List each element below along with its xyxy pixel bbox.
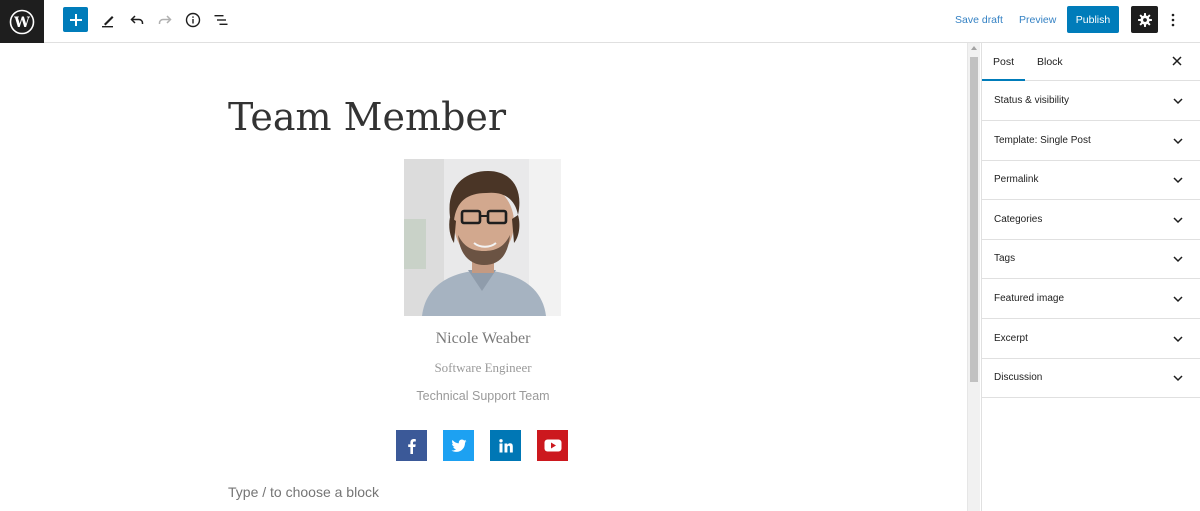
pencil-icon (102, 16, 114, 28)
scrollbar-thumb[interactable] (970, 57, 978, 382)
twitter-icon (451, 439, 466, 452)
undo-icon (130, 15, 144, 24)
youtube-link[interactable] (537, 430, 568, 461)
facebook-icon (407, 438, 416, 454)
youtube-icon (544, 439, 561, 452)
panel-featured-image[interactable]: Featured image (982, 279, 1200, 319)
panel-permalink[interactable]: Permalink (982, 160, 1200, 200)
save-draft-button[interactable]: Save draft (955, 14, 1003, 26)
list-view-icon (214, 15, 228, 25)
twitter-link[interactable] (443, 430, 474, 461)
tab-post[interactable]: Post (981, 56, 1026, 81)
chevron-down-icon (1173, 138, 1183, 145)
panel-discussion[interactable]: Discussion (982, 358, 1200, 398)
editor-header: W Save draft Preview Publish (0, 0, 1200, 43)
linkedin-icon (498, 438, 513, 452)
member-name[interactable]: Nicole Weaber (333, 330, 633, 348)
more-vertical-icon (1171, 13, 1175, 27)
gear-icon (1137, 12, 1152, 27)
member-portrait-image (404, 159, 561, 316)
chevron-down-icon (1173, 296, 1183, 303)
chevron-down-icon (1173, 177, 1183, 184)
panel-categories[interactable]: Categories (982, 200, 1200, 240)
post-title[interactable]: Team Member (228, 95, 506, 139)
wordpress-icon: W (9, 9, 35, 34)
chevron-down-icon (1173, 98, 1183, 105)
more-options-button[interactable] (1166, 10, 1180, 30)
chevron-down-icon (1173, 217, 1183, 224)
details-button[interactable] (180, 7, 206, 33)
settings-sidebar: Post Block Status & visibility Template:… (981, 43, 1200, 511)
panel-title: Featured image (994, 293, 1065, 304)
sidebar-tabs: Post Block (981, 43, 1200, 81)
close-icon (1172, 56, 1182, 66)
chevron-down-icon (1173, 256, 1183, 263)
scroll-up-arrow-icon[interactable] (971, 46, 977, 50)
linkedin-link[interactable] (490, 430, 521, 461)
panel-excerpt[interactable]: Excerpt (982, 319, 1200, 359)
svg-text:W: W (13, 15, 30, 31)
member-role[interactable]: Software Engineer (333, 360, 633, 376)
tools-button[interactable] (95, 7, 121, 33)
close-sidebar-button[interactable] (1170, 54, 1184, 68)
tab-block[interactable]: Block (1037, 56, 1063, 68)
panel-template[interactable]: Template: Single Post (982, 121, 1200, 161)
chevron-down-icon (1173, 375, 1183, 382)
panel-title: Excerpt (994, 333, 1028, 344)
chevron-down-icon (1173, 336, 1183, 343)
panel-tags[interactable]: Tags (982, 239, 1200, 279)
panel-status-visibility[interactable]: Status & visibility (982, 81, 1200, 121)
facebook-link[interactable] (396, 430, 427, 461)
panel-title: Permalink (994, 174, 1039, 185)
member-photo[interactable] (404, 159, 561, 316)
panel-title: Template: Single Post (994, 135, 1091, 146)
publish-button[interactable]: Publish (1067, 6, 1119, 33)
block-appender-placeholder[interactable]: Type / to choose a block (228, 484, 379, 500)
info-icon (185, 12, 201, 28)
panel-title: Categories (994, 214, 1043, 225)
panel-title: Tags (994, 253, 1016, 264)
editor-canvas[interactable]: Team Member Nicole Weaber Software Engin… (0, 43, 967, 511)
panel-title: Discussion (994, 372, 1043, 383)
wordpress-logo-button[interactable]: W (0, 0, 44, 43)
add-block-button[interactable] (63, 7, 88, 32)
settings-button[interactable] (1131, 6, 1158, 33)
redo-icon (158, 15, 172, 24)
member-team[interactable]: Technical Support Team (333, 389, 633, 403)
list-view-button[interactable] (208, 7, 234, 33)
preview-button[interactable]: Preview (1019, 14, 1056, 26)
plus-icon (69, 13, 82, 26)
undo-button[interactable] (124, 7, 150, 33)
panel-title: Status & visibility (994, 95, 1070, 106)
canvas-scrollbar[interactable] (967, 43, 980, 511)
redo-button[interactable] (152, 7, 178, 33)
